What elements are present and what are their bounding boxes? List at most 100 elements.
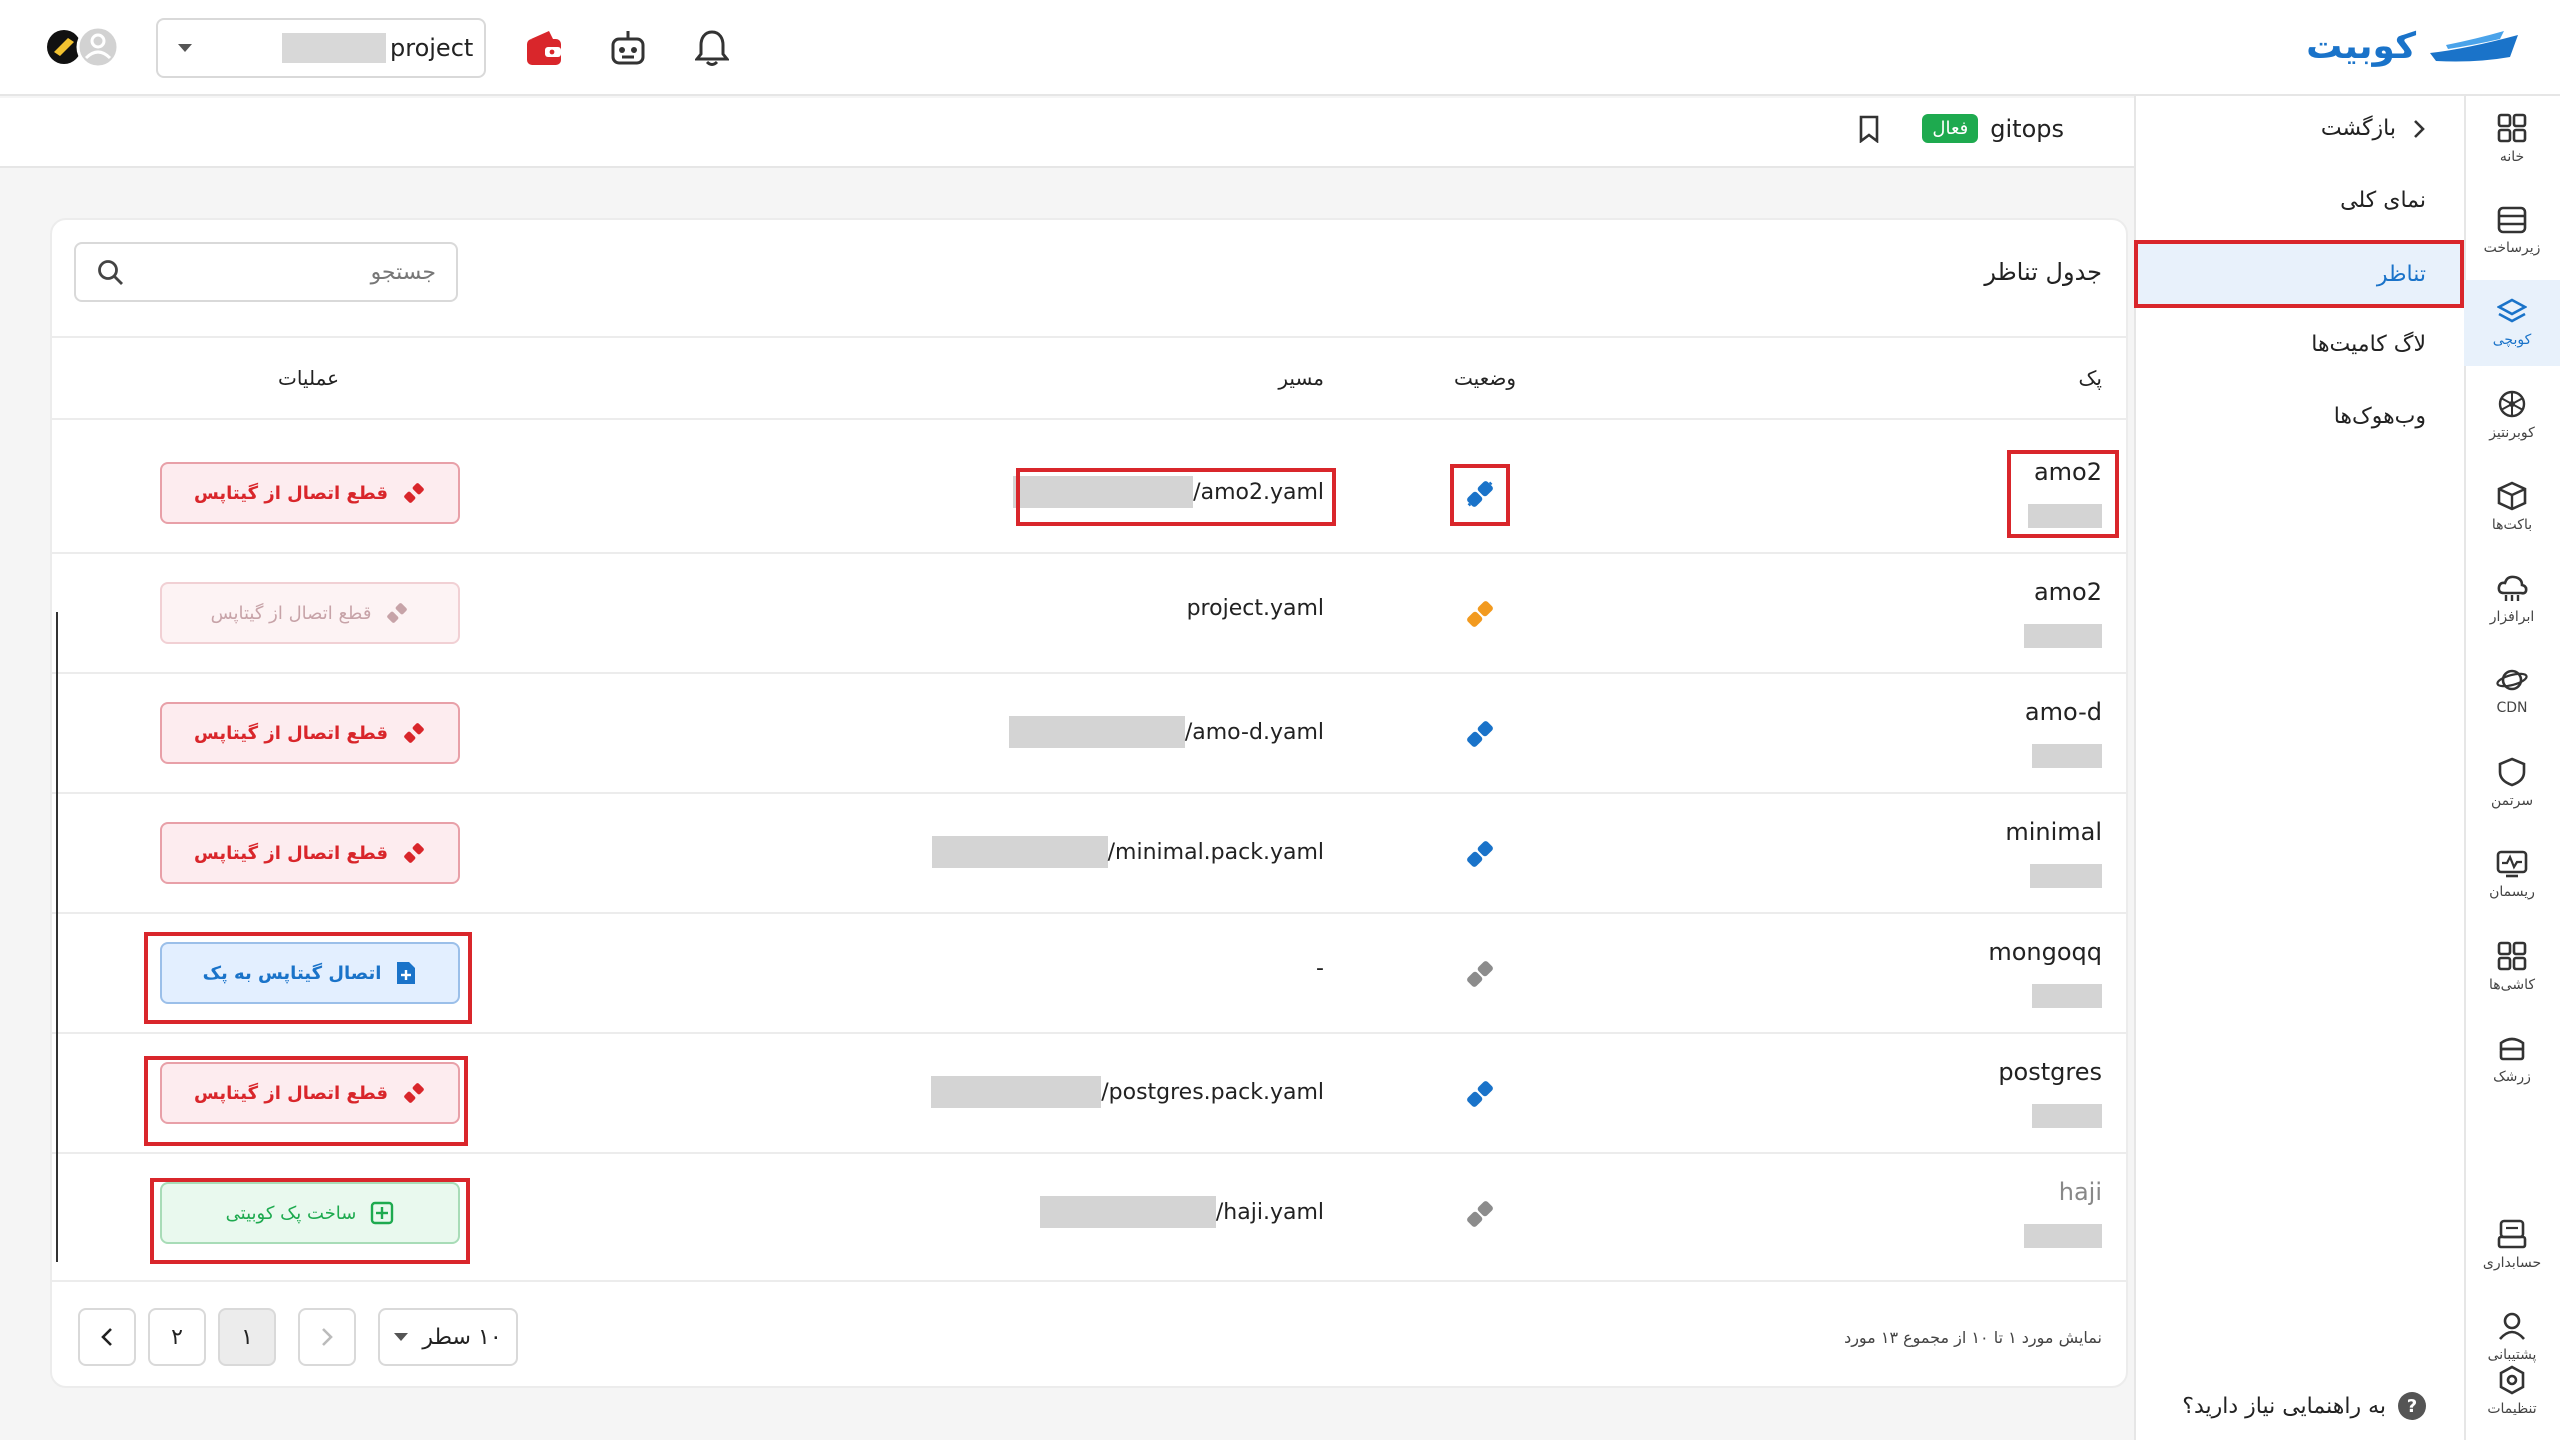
rail-label: ریسمان (2489, 884, 2535, 900)
plus-square-icon (370, 1201, 394, 1225)
plug-disconnected-icon (1460, 1194, 1500, 1234)
search-box[interactable] (74, 242, 458, 302)
pack-namespace-redacted (2032, 744, 2102, 768)
next-page-button-disabled (298, 1308, 356, 1366)
path-prefix-redacted (1039, 1196, 1216, 1228)
plug-connected-icon (1460, 474, 1500, 514)
robot-assistant-icon[interactable] (604, 24, 652, 72)
pack-name[interactable]: amo-d (2025, 698, 2102, 726)
rail-item-zereshk[interactable]: زرشک (2464, 1016, 2560, 1102)
table-row: haji /haji.yaml ساخت پک کوبیتی (52, 1154, 2126, 1274)
disconnect-gitops-button-disabled: قطع اتصال از گیتاپس (160, 582, 460, 644)
pack-name[interactable]: amo2 (2034, 458, 2102, 486)
table-row: mongoqq - اتصال گیتاپس به پک (52, 914, 2126, 1034)
pack-name[interactable]: haji (2059, 1178, 2102, 1206)
rail-item-home[interactable]: خانه (2464, 96, 2560, 182)
section-sidebar: بازگشت نمای کلی تناظر لاگ کامیت‌ها وب‌هو… (2134, 96, 2464, 1440)
sidebar-item-overview[interactable]: نمای کلی (2134, 166, 2464, 234)
status-badge: فعال (1922, 114, 1979, 143)
chevron-down-icon (178, 44, 192, 52)
chevron-right-icon (2412, 118, 2426, 140)
path-cell: /amo-d.yaml (1008, 716, 1324, 748)
button-label: قطع اتصال از گیتاپس (193, 842, 389, 864)
pack-name[interactable]: amo2 (2034, 578, 2102, 606)
rail-item-billing[interactable]: حسابداری (2464, 1202, 2560, 1288)
button-label: اتصال گیتاپس به پک (202, 962, 382, 984)
rail-item-settings[interactable]: تنظیمات (2464, 1348, 2560, 1434)
page-button-2[interactable]: ۲ (148, 1308, 206, 1366)
unplug-icon (402, 481, 426, 505)
rail-item-kubernetes[interactable]: کوبرنتیز (2464, 372, 2560, 458)
sidebar-item-mapping[interactable]: تناظر (2134, 240, 2464, 308)
rail-item-buckets[interactable]: باکت‌ها (2464, 464, 2560, 550)
previous-page-button[interactable] (78, 1308, 136, 1366)
path-prefix-redacted (1013, 476, 1194, 508)
rail-label: خانه (2499, 149, 2525, 165)
rail-item-infrastructure[interactable]: زیرساخت (2464, 188, 2560, 274)
sidebar-item-webhooks[interactable]: وب‌هوک‌ها (2134, 382, 2464, 450)
plug-connected-icon (1460, 1074, 1500, 1114)
disconnect-gitops-button[interactable]: قطع اتصال از گیتاپس (160, 822, 460, 884)
rail-item-certman[interactable]: سرتمن (2464, 740, 2560, 826)
shield-icon (2498, 757, 2526, 787)
path-value: /minimal.pack.yaml (1107, 839, 1324, 865)
column-header-actions: عملیات (278, 366, 340, 390)
rail-label: کوبرنتیز (2489, 425, 2535, 441)
rail-item-tiles[interactable]: کاشی‌ها (2464, 924, 2560, 1010)
button-label: قطع اتصال از گیتاپس (193, 1082, 389, 1104)
path-value: project.yaml (1186, 596, 1324, 621)
chevron-down-icon (394, 1333, 409, 1341)
container-icon (2497, 1033, 2527, 1063)
ship-logo-icon (2426, 27, 2522, 67)
sidebar-item-commit-logs[interactable]: لاگ کامیت‌ها (2134, 310, 2464, 378)
column-header-status: وضعیت (1454, 366, 1516, 390)
support-icon (2497, 1311, 2527, 1341)
search-input[interactable] (156, 259, 436, 285)
mapping-table-card: جدول تناظر پک وضعیت مسیر عملیات amo2 /am… (50, 218, 2128, 1388)
billing-icon (2497, 1219, 2527, 1249)
user-avatar[interactable] (46, 22, 126, 72)
pack-namespace-redacted (2032, 984, 2102, 1008)
bookmark-icon[interactable] (1858, 115, 1880, 143)
button-label: قطع اتصال از گیتاپس (210, 602, 372, 624)
project-selector[interactable]: project (156, 18, 486, 78)
brand-logo[interactable]: کوبیت (2306, 26, 2522, 67)
search-icon[interactable] (96, 258, 124, 286)
scroll-indicator-line (56, 612, 58, 1262)
rail-item-cdn[interactable]: CDN (2464, 648, 2560, 734)
create-kubit-pack-button[interactable]: ساخت پک کوبیتی (160, 1182, 460, 1244)
pack-namespace-redacted (2024, 1224, 2102, 1248)
pack-name[interactable]: postgres (1998, 1058, 2102, 1086)
pack-namespace-redacted (2028, 504, 2102, 528)
path-prefix-redacted (931, 836, 1108, 868)
rows-per-page-select[interactable]: ۱۰ سطر (378, 1308, 518, 1366)
project-name-redacted (282, 33, 386, 63)
monitor-icon (2496, 850, 2528, 878)
button-label: قطع اتصال از گیتاپس (193, 722, 389, 744)
pack-name[interactable]: minimal (2005, 818, 2102, 846)
table-title: جدول تناظر (1984, 258, 2102, 286)
page-button-1[interactable]: ۱ (218, 1308, 276, 1366)
main-nav-rail: خانه زیرساخت کوبچی کوبرنتیز باکت‌ها ابرا… (2464, 96, 2560, 1440)
disconnect-gitops-button[interactable]: قطع اتصال از گیتاپس (160, 1062, 460, 1124)
table-row: minimal /minimal.pack.yaml قطع اتصال از … (52, 794, 2126, 914)
footer-divider (52, 1280, 2126, 1282)
rail-item-monitoring[interactable]: ریسمان (2464, 832, 2560, 918)
rail-label: زیرساخت (2483, 240, 2541, 256)
notification-bell-icon[interactable] (688, 24, 736, 72)
rail-label: تنظیمات (2487, 1401, 2537, 1417)
wallet-icon[interactable] (520, 24, 568, 72)
help-link[interactable]: ? به راهنمایی نیاز دارید؟ (2182, 1392, 2426, 1420)
rail-item-cloud[interactable]: ابرافزار (2464, 556, 2560, 642)
disconnect-gitops-button[interactable]: قطع اتصال از گیتاپس (160, 462, 460, 524)
plug-warning-icon (1460, 594, 1500, 634)
rail-label: باکت‌ها (2491, 517, 2533, 533)
path-value: /amo-d.yaml (1184, 719, 1324, 745)
table-row: amo-d /amo-d.yaml قطع اتصال از گیتاپس (52, 674, 2126, 794)
rail-item-kubchi[interactable]: کوبچی (2464, 280, 2560, 366)
pack-name[interactable]: mongoqq (1988, 938, 2102, 966)
back-link[interactable]: بازگشت (2321, 116, 2426, 141)
disconnect-gitops-button[interactable]: قطع اتصال از گیتاپس (160, 702, 460, 764)
path-prefix-redacted (931, 1076, 1102, 1108)
connect-gitops-button[interactable]: اتصال گیتاپس به پک (160, 942, 460, 1004)
